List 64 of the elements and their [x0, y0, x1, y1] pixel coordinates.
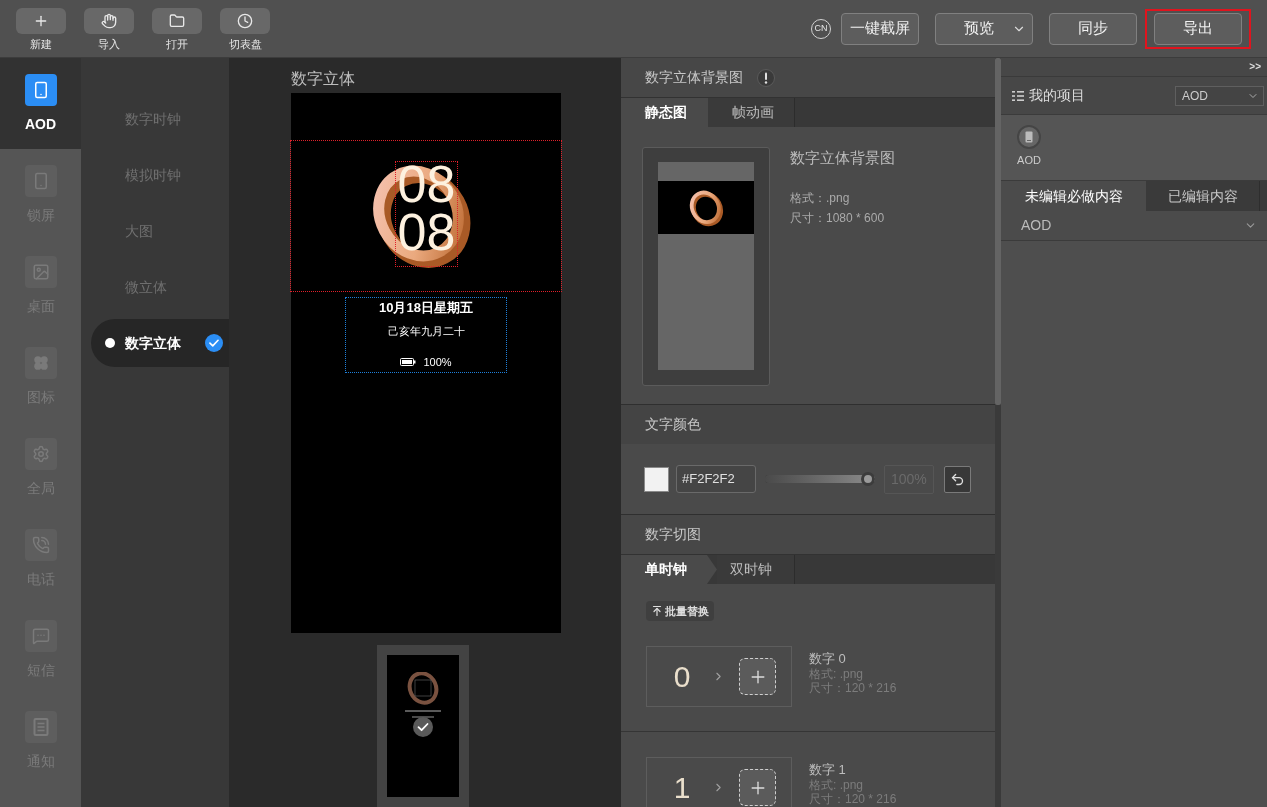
toolbar-button[interactable]: 切表盘 — [220, 8, 270, 51]
sidebar-item[interactable]: AOD — [0, 58, 81, 149]
folder-icon — [152, 8, 202, 34]
sync-button[interactable]: 同步 — [1049, 12, 1137, 45]
undo-icon — [950, 471, 965, 487]
section-title: 文字颜色 — [645, 415, 701, 434]
image-format: 格式：.png — [790, 190, 851, 207]
add-image-button[interactable] — [739, 769, 776, 806]
list-icon — [1012, 90, 1024, 101]
lunar-date-text: 己亥年九月二十 — [387, 324, 465, 338]
tab[interactable]: 静态图 — [621, 98, 708, 127]
alert-icon — [757, 68, 775, 87]
chat-bubble-icon — [24, 620, 57, 652]
document-icon — [24, 711, 57, 743]
upload-icon — [651, 605, 663, 617]
phone-icon — [24, 165, 57, 197]
clover-icon — [24, 347, 57, 379]
phone-call-icon — [24, 529, 57, 561]
export-button[interactable]: 导出 — [1154, 12, 1242, 45]
toolbar-button[interactable]: 导入 — [84, 8, 134, 51]
section-title: 数字切图 — [645, 525, 701, 544]
check-circle-icon — [205, 334, 223, 352]
digit-glyph: 0 — [672, 659, 692, 695]
collapse-button[interactable]: >> — [1249, 62, 1261, 72]
watch-face-thumbnail-drawing — [403, 672, 443, 719]
image-icon — [24, 256, 57, 288]
style-list-item[interactable]: 数字立体 — [91, 319, 229, 367]
project-select[interactable]: AOD — [1175, 85, 1264, 106]
undo-button[interactable] — [944, 465, 971, 493]
color-swatch-icon[interactable] — [644, 466, 669, 492]
preview-dropdown[interactable]: 预览 — [935, 12, 1033, 45]
thumbnail-card[interactable] — [377, 645, 469, 807]
slider-thumb[interactable] — [861, 472, 875, 486]
batch-replace-button[interactable]: 批量替换 — [646, 601, 714, 621]
digit-name: 数字 1 — [809, 762, 847, 778]
plus-icon — [16, 8, 66, 34]
tab[interactable]: 单时钟 — [621, 555, 717, 584]
canvas-title: 数字立体 — [291, 69, 355, 89]
phone-icon — [24, 74, 57, 106]
image-title: 数字立体背景图 — [790, 148, 895, 168]
digit-name: 数字 0 — [809, 651, 847, 667]
phone-icon — [1017, 125, 1041, 149]
clock-icon — [220, 8, 270, 34]
hand-icon — [84, 8, 134, 34]
image-size: 尺寸：1080 * 600 — [790, 210, 886, 227]
battery-level-text: 100% — [423, 356, 452, 368]
project-item[interactable]: AOD — [1017, 125, 1041, 167]
toolbar-button[interactable]: 新建 — [16, 8, 66, 51]
screenshot-button[interactable]: 一键截屏 — [841, 12, 919, 45]
panel-title: 我的项目 — [1029, 86, 1085, 105]
date-text: 10月18日星期五 — [379, 300, 473, 316]
toolbar-button[interactable]: 打开 — [152, 8, 202, 51]
digit-glyph: 1 — [672, 770, 692, 806]
scrollbar-thumb[interactable] — [995, 58, 1001, 405]
clock-hours: 08 — [397, 160, 456, 208]
ring-drawing — [687, 188, 725, 227]
add-image-button[interactable] — [739, 658, 776, 695]
settings-icon — [24, 438, 57, 470]
hex-input-field[interactable]: #F2F2F2 — [676, 465, 756, 493]
clock-minutes: 08 — [397, 208, 456, 256]
tab[interactable]: 未编辑必做内容 — [1001, 181, 1146, 211]
section-title: 数字立体背景图 — [645, 68, 743, 87]
check-circle-icon — [413, 717, 433, 737]
battery-icon — [400, 358, 417, 366]
